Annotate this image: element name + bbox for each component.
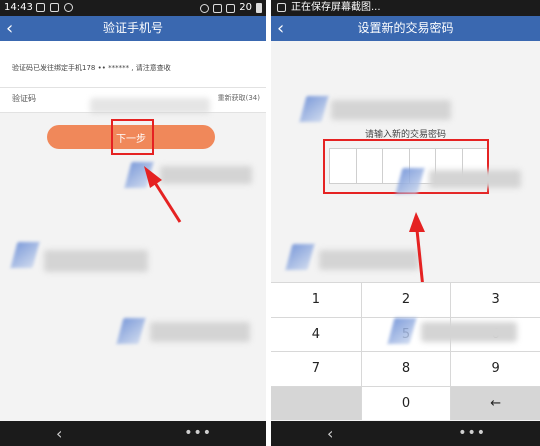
- backspace-key[interactable]: ←: [451, 386, 540, 420]
- keypad-key-1[interactable]: 1: [271, 283, 361, 317]
- numeric-keypad: 1234567890←: [271, 282, 540, 420]
- keypad-key-4[interactable]: 4: [271, 317, 361, 351]
- keypad-key-7[interactable]: 7: [271, 352, 361, 386]
- keypad-key-3[interactable]: 3: [451, 283, 540, 317]
- blank-key: [271, 386, 361, 420]
- nav-bar: ‹ •••: [0, 421, 266, 446]
- red-arrow-icon: [144, 166, 182, 223]
- nav-back-icon[interactable]: ‹: [56, 421, 62, 446]
- keypad-key-9[interactable]: 9: [451, 352, 540, 386]
- keypad-key-0[interactable]: 0: [361, 386, 451, 420]
- nav-menu-icon[interactable]: •••: [458, 421, 486, 446]
- left-screen: 14:43 20 ‹ 验证手机号 验证码已发往绑定手机178 •• ******…: [0, 0, 266, 446]
- right-screen: 正在保存屏幕截图... ‹ 设置新的交易密码 请输入新的交易密码 1234567…: [271, 0, 540, 446]
- blurred-watermark: [421, 322, 517, 342]
- keypad-key-2[interactable]: 2: [361, 283, 451, 317]
- keypad-key-8[interactable]: 8: [361, 352, 451, 386]
- nav-menu-icon[interactable]: •••: [184, 421, 212, 446]
- nav-back-icon[interactable]: ‹: [327, 421, 333, 446]
- nav-bar: ‹ •••: [271, 421, 540, 446]
